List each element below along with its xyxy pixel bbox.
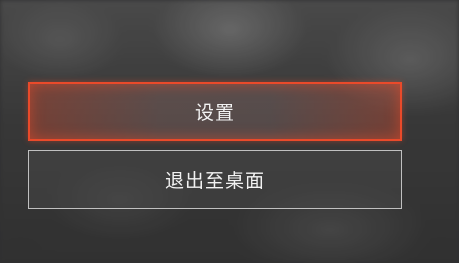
exit-to-desktop-button-label: 退出至桌面 — [164, 170, 265, 192]
settings-button-label: 设置 — [194, 102, 235, 124]
exit-to-desktop-button[interactable]: 退出至桌面 — [28, 150, 402, 209]
settings-button[interactable]: 设置 — [28, 82, 402, 141]
